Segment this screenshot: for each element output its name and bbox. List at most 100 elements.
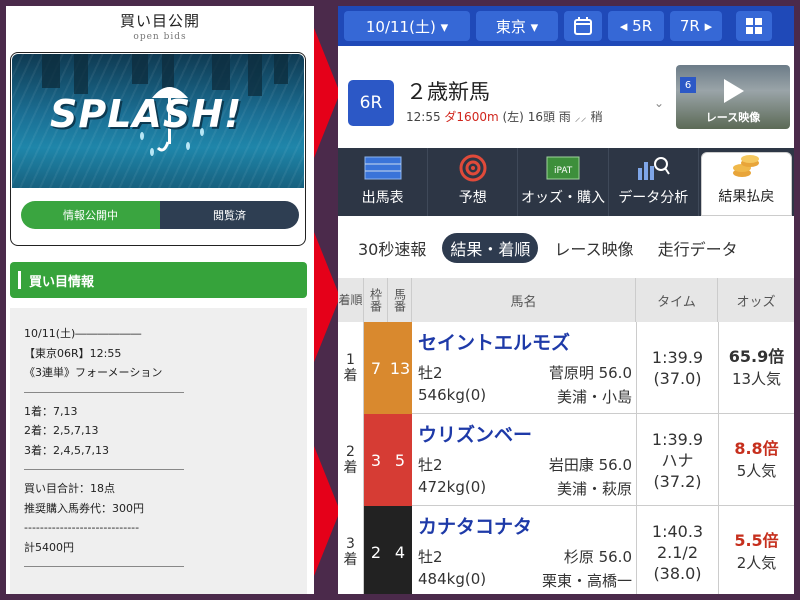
bid-type: 《3連単》フォーメーション xyxy=(24,366,163,379)
trainer: 栗東・高橋一 xyxy=(541,572,632,590)
red-arrow-icon xyxy=(314,28,340,158)
venue-select[interactable]: 東京 ▾ xyxy=(476,11,558,41)
race-number-badge: 6R xyxy=(348,80,394,126)
heading-bar-icon xyxy=(18,271,21,289)
bid-info-heading: 買い目情報 xyxy=(10,262,307,298)
tab-entries[interactable]: 出馬表 xyxy=(338,148,429,216)
finish-rank: 1着 xyxy=(338,322,364,414)
sex-age: 牡2 xyxy=(418,456,443,474)
calendar-icon[interactable] xyxy=(564,11,602,41)
horse-number: 5 xyxy=(388,414,412,506)
race-video-thumbnail[interactable]: 6 レース映像 xyxy=(676,65,790,129)
status-toggle: 情報公開中 閲覧済 xyxy=(21,201,299,229)
finish-time: 1:40.3 2.1/2 (38.0) xyxy=(636,506,718,594)
col-header-horse-name: 馬名 xyxy=(412,278,636,322)
col-header-umaban: 馬番 xyxy=(388,278,412,322)
table-row[interactable]: 3 着 2 4 カナタコナタ 牡2 杉原 56.0 484kg(0) 栗東・高橋一 1:40.3 2… xyxy=(338,506,794,594)
bid-total-points: 買い目合計：18点 xyxy=(24,482,115,495)
horse-number: 4 xyxy=(388,506,412,594)
time-value: 1:39.9 xyxy=(651,429,704,449)
table-row[interactable]: 2 着 3 5 ウリズンベー 牡2 岩田康 56.0 472kg(0) 美浦・萩原 1:39.9 ハ… xyxy=(338,414,794,506)
margin-value: 2.1/2 xyxy=(656,542,698,562)
finish-rank: 3着 xyxy=(338,506,364,594)
prev-race-button[interactable]: ◂ 5R xyxy=(608,11,664,41)
bid-second: 2着：2,5,7,13 xyxy=(24,424,99,437)
race-menu-tabs: 出馬表 予想 iPAT オッズ・購入 データ分析 結果払戻 xyxy=(338,148,794,216)
chevron-down-icon[interactable]: ⌄ xyxy=(654,96,664,110)
red-arrow-icon xyxy=(314,446,340,576)
last-3f: (37.0) xyxy=(653,369,702,388)
date-select[interactable]: 10/11(土) ▾ xyxy=(344,11,470,41)
odds-cell: 5.5倍 2人気 xyxy=(718,506,794,594)
result-subtabs: 30秒速報 結果・着順 レース映像 走行データ xyxy=(338,228,794,268)
time-value: 1:40.3 xyxy=(651,521,704,541)
rain-icon: ⸝⸝ xyxy=(574,110,587,124)
svg-text:iPAT: iPAT xyxy=(554,166,573,176)
horse-name-link[interactable]: カナタコナタ xyxy=(418,512,532,539)
race-header: 6R ２歳新馬 12:55 ダ1600m (左) 16頭 雨 ⸝⸝ 稍 ⌄ 6 … xyxy=(338,46,794,148)
odds-cell: 65.9倍 13人気 xyxy=(718,322,794,414)
last-3f: (38.0) xyxy=(653,563,702,583)
grid-menu-icon[interactable] xyxy=(736,11,772,41)
screenshot-frame: 買い目公開 open bids SPLASH! 情報公開中 閲覧済 買い目情報 … xyxy=(0,0,800,600)
finish-rank-number: 3 xyxy=(346,536,355,552)
divider xyxy=(24,391,184,393)
finish-rank-number: 2 xyxy=(346,444,355,460)
finish-rank-number: 1 xyxy=(346,352,355,368)
margin-value: ハナ xyxy=(661,450,694,470)
panel-subtitle: open bids xyxy=(133,32,187,42)
divider xyxy=(24,566,184,567)
sex-age: 牡2 xyxy=(418,548,443,566)
subtab-race-video[interactable]: レース映像 xyxy=(546,233,641,263)
viewed-button[interactable]: 閲覧済 xyxy=(160,201,299,229)
trainer: 美浦・萩原 xyxy=(556,480,632,498)
bid-first: 1着：7,13 xyxy=(24,404,78,418)
horse-number: 13 xyxy=(388,322,412,414)
table-row[interactable]: 1 着 7 13 セイントエルモズ 牡2 菅原明 56.0 546kg(0) 美浦・小島 1:39… xyxy=(338,322,794,414)
col-header-waku: 枠番 xyxy=(364,278,388,322)
bid-info-panel: 買い目公開 open bids SPLASH! 情報公開中 閲覧済 買い目情報 … xyxy=(6,6,314,594)
bid-info-heading-text: 買い目情報 xyxy=(29,274,95,290)
finish-rank-unit: 着 xyxy=(343,552,358,568)
splash-card: SPLASH! 情報公開中 閲覧済 xyxy=(10,52,306,246)
tab-odds-purchase[interactable]: iPAT オッズ・購入 xyxy=(518,148,609,216)
finish-time: 1:39.9 (37.0) xyxy=(636,322,718,414)
col-header-odds: オッズ xyxy=(718,278,794,322)
horse-name-link[interactable]: セイントエルモズ xyxy=(418,328,570,355)
jockey-weight: 岩田康 56.0 xyxy=(548,456,632,474)
finish-rank-unit: 着 xyxy=(343,460,358,476)
waku-number: 3 xyxy=(364,414,388,506)
target-icon xyxy=(459,154,487,182)
ipat-terminal-icon: iPAT xyxy=(545,155,581,181)
odds-value: 5.5倍 xyxy=(734,531,779,550)
bid-recommended: 推奨購入馬券代：300円 xyxy=(24,501,144,515)
time-value: 1:39.9 xyxy=(651,348,704,367)
odds-value: 65.9倍 xyxy=(728,347,785,366)
chart-search-icon xyxy=(635,155,671,181)
tab-prediction[interactable]: 予想 xyxy=(428,148,519,216)
race-result-panel: 10/11(土) ▾ 東京 ▾ ◂ 5R 7R ▸ 6R ２歳新馬 12:55 … xyxy=(338,6,794,594)
play-icon xyxy=(724,79,744,103)
course-distance: ダ1600m xyxy=(444,110,499,124)
subtab-running-data[interactable]: 走行データ xyxy=(650,233,746,263)
coins-icon xyxy=(730,154,762,180)
info-published-button[interactable]: 情報公開中 xyxy=(21,201,160,229)
finish-rank-unit: 着 xyxy=(343,368,358,384)
body-weight: 546kg(0) xyxy=(418,386,487,404)
finish-rank: 2着 xyxy=(338,414,364,506)
subtab-30s-flash[interactable]: 30秒速報 xyxy=(350,233,434,263)
next-race-button[interactable]: 7R ▸ xyxy=(670,11,722,41)
sex-age: 牡2 xyxy=(418,364,443,382)
jockey-weight: 杉原 56.0 xyxy=(563,548,632,566)
horse-name-link[interactable]: ウリズンベー xyxy=(418,420,532,447)
race-nav-bar: 10/11(土) ▾ 東京 ▾ ◂ 5R 7R ▸ xyxy=(338,6,794,46)
bid-date: 10/11(土)―――――― xyxy=(24,327,142,340)
tab-data-analysis[interactable]: データ分析 xyxy=(609,148,699,216)
col-header-rank: 着順 xyxy=(338,278,364,322)
splash-banner: SPLASH! xyxy=(12,54,304,188)
col-header-time: タイム xyxy=(636,278,718,322)
bid-third: 3着：2,4,5,7,13 xyxy=(24,443,109,457)
finish-time: 1:39.9 ハナ (37.2) xyxy=(636,414,718,506)
subtab-results-order[interactable]: 結果・着順 xyxy=(442,233,539,263)
tab-results-payout[interactable]: 結果払戻 xyxy=(700,152,793,216)
